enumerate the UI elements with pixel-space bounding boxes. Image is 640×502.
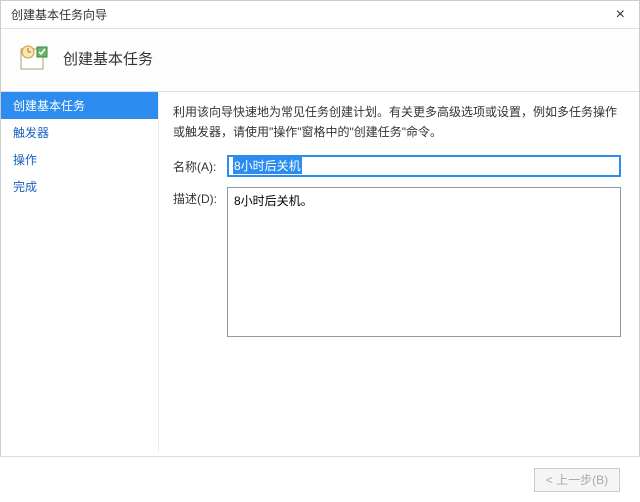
step-trigger[interactable]: 触发器	[1, 119, 158, 146]
wizard-steps-sidebar: 创建基本任务 触发器 操作 完成	[1, 92, 159, 453]
step-create-basic-task[interactable]: 创建基本任务	[1, 92, 158, 119]
main-panel: 利用该向导快速地为常见任务创建计划。有关更多高级选项或设置，例如多任务操作或触发…	[159, 92, 639, 453]
window-title: 创建基本任务向导	[11, 6, 107, 23]
back-button[interactable]: < 上一步(B)	[534, 468, 620, 492]
wizard-header: 创建基本任务	[1, 29, 639, 91]
name-label: 名称(A):	[173, 155, 227, 175]
name-input[interactable]: 8小时后关机	[227, 155, 621, 177]
step-action[interactable]: 操作	[1, 146, 158, 173]
description-row: 描述(D):	[173, 187, 621, 337]
task-scheduler-icon	[19, 43, 49, 73]
close-icon[interactable]: ×	[610, 6, 631, 24]
name-row: 名称(A): 8小时后关机	[173, 155, 621, 177]
page-title: 创建基本任务	[63, 48, 153, 69]
description-label: 描述(D):	[173, 187, 227, 207]
description-input[interactable]	[227, 187, 621, 337]
instruction-text: 利用该向导快速地为常见任务创建计划。有关更多高级选项或设置，例如多任务操作或触发…	[173, 102, 621, 143]
step-finish[interactable]: 完成	[1, 173, 158, 200]
titlebar: 创建基本任务向导 ×	[1, 1, 639, 29]
wizard-footer: < 上一步(B)	[0, 456, 640, 502]
content-area: 创建基本任务 触发器 操作 完成 利用该向导快速地为常见任务创建计划。有关更多高…	[1, 91, 639, 453]
